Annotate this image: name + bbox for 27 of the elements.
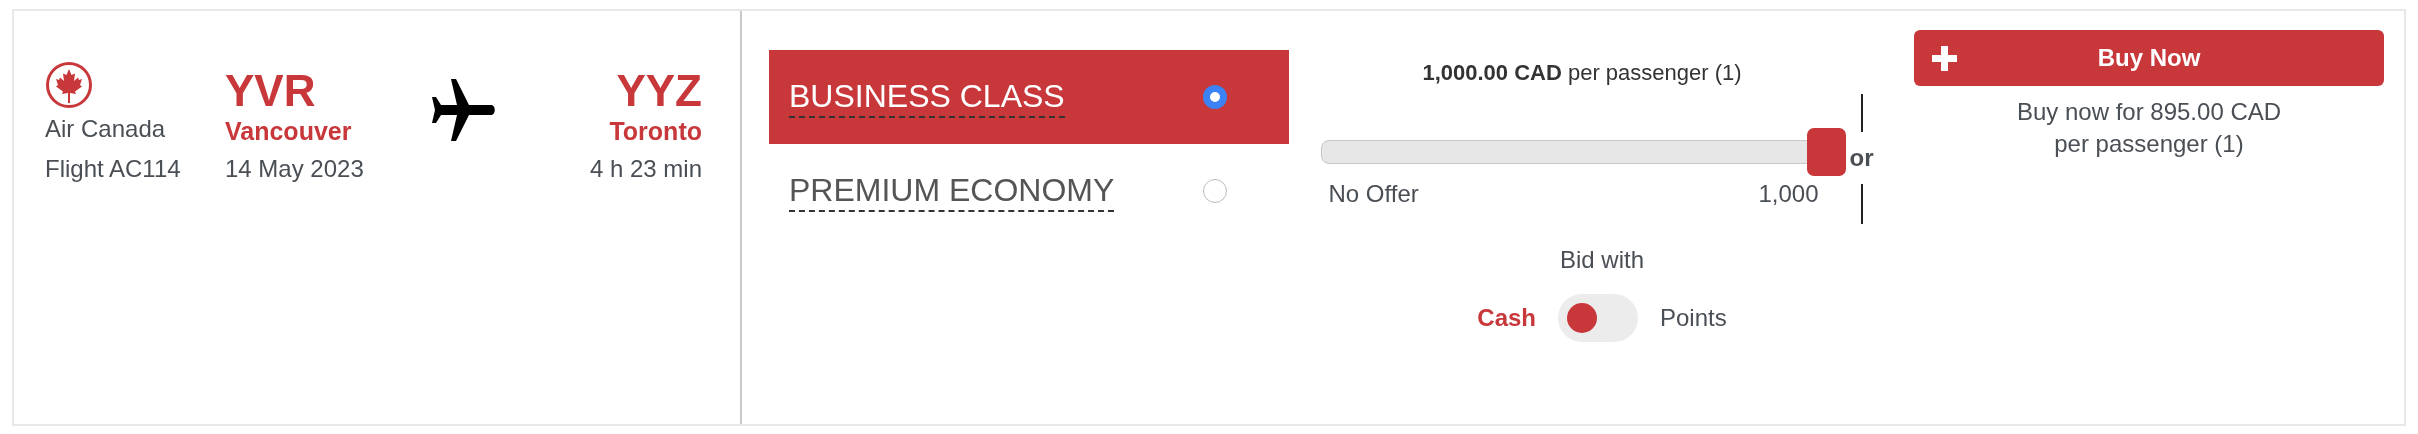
bid-slider[interactable]: [1320, 128, 1846, 176]
buy-now-description: Buy now for 895.00 CAD per passenger (1): [2016, 97, 2282, 159]
slider-max-label: 1,000: [1758, 179, 1819, 209]
departure-date: 14 May 2023: [225, 154, 365, 184]
origin-code: YVR: [225, 67, 317, 115]
destination-code: YYZ: [616, 67, 702, 115]
bid-price: 1,000.00 CAD per passenger (1): [1422, 59, 1742, 87]
radio-button[interactable]: [1203, 179, 1227, 203]
slider-thumb[interactable]: [1806, 128, 1846, 176]
payment-toggle[interactable]: [1558, 294, 1638, 342]
maple-leaf-logo-icon: [45, 61, 93, 109]
origin-city: Vancouver: [225, 116, 353, 147]
payment-option[interactable]: Cash: [1477, 302, 1536, 334]
radio-button[interactable]: [1203, 85, 1227, 109]
plus-icon: [1932, 46, 1957, 71]
flight-number: Flight AC114: [45, 154, 182, 184]
bid-with-label: Bid with: [1559, 245, 1644, 275]
fare-class-option[interactable]: PREMIUM ECONOMY: [769, 144, 1289, 238]
airplane-icon: [431, 79, 495, 141]
destination-city: Toronto: [609, 116, 702, 147]
airline-name: Air Canada: [45, 114, 167, 144]
flight-duration: 4 h 23 min: [589, 154, 702, 184]
buy-now-button[interactable]: Buy Now: [1914, 30, 2384, 86]
fare-class-option[interactable]: BUSINESS CLASS: [769, 50, 1289, 144]
or-separator: or: [1849, 143, 1874, 173]
slider-min-label: No Offer: [1328, 179, 1419, 209]
payment-option[interactable]: Points: [1660, 302, 1727, 334]
